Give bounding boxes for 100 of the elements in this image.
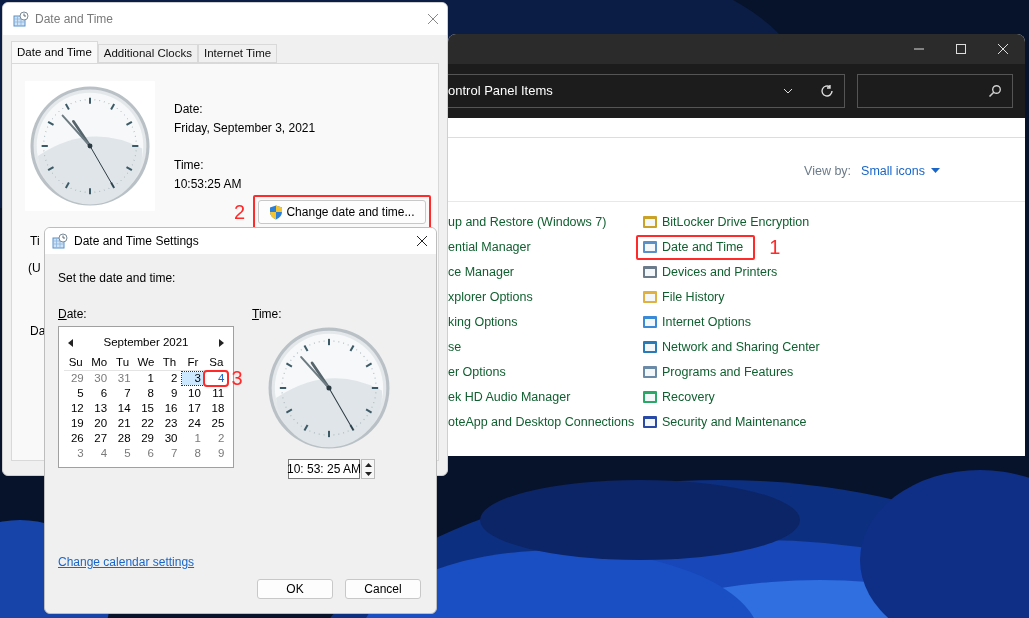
calendar-day[interactable]: 9 xyxy=(158,387,181,400)
calendar-day[interactable]: 5 xyxy=(64,387,87,400)
time-value: 10:53:25 AM xyxy=(174,176,243,193)
calendar-day[interactable]: 16 xyxy=(158,402,181,415)
control-panel-item[interactable]: File History xyxy=(662,287,725,307)
calendar-day[interactable]: 25 xyxy=(205,417,228,430)
calendar-day[interactable]: 29 xyxy=(135,432,157,445)
tab[interactable]: Additional Clocks xyxy=(97,44,198,63)
calendar-day[interactable]: 6 xyxy=(88,387,111,400)
calendar-day[interactable]: 8 xyxy=(135,387,157,400)
control-panel-item[interactable]: up and Restore (Windows 7) xyxy=(448,212,607,232)
calendar-day[interactable]: 9 xyxy=(205,447,228,460)
calendar-day[interactable]: 7 xyxy=(158,447,181,460)
window-title: Date and Time Settings xyxy=(74,233,200,250)
refresh-icon[interactable] xyxy=(820,84,834,98)
previous-month-icon[interactable] xyxy=(68,339,73,347)
time-label: Time: xyxy=(252,306,283,323)
control-panel-item[interactable]: BitLocker Drive Encryption xyxy=(662,212,810,232)
step-number: 1 xyxy=(769,237,781,258)
window-icon xyxy=(642,264,658,281)
calendar-day[interactable]: 28 xyxy=(111,432,134,445)
calendar-day[interactable]: 12 xyxy=(64,402,87,415)
down-arrow-icon xyxy=(364,471,372,476)
weekday-label: Th xyxy=(161,355,178,370)
address-text: ontrol Panel Items xyxy=(448,82,554,101)
window-icon xyxy=(642,239,658,256)
weekday-label: Tu xyxy=(115,355,131,370)
calendar-day[interactable]: 6 xyxy=(135,447,157,460)
clipped-label: Da xyxy=(30,323,46,339)
calendar-day[interactable]: 18 xyxy=(205,402,228,415)
calendar-day[interactable]: 3 xyxy=(181,372,204,385)
calendar-day[interactable]: 1 xyxy=(135,372,157,385)
calendar-day[interactable]: 4 xyxy=(88,447,111,460)
address-field[interactable]: ontrol Panel Items xyxy=(448,74,845,108)
calendar-day[interactable]: 21 xyxy=(111,417,134,430)
calendar-day[interactable]: 30 xyxy=(158,432,181,445)
calendar-day[interactable]: 30 xyxy=(88,372,111,385)
calendar-day[interactable]: 4 xyxy=(205,372,228,385)
step-number: 3 xyxy=(231,368,243,388)
close-icon[interactable] xyxy=(416,235,428,247)
window-icon xyxy=(642,214,658,231)
calendar-day[interactable]: 14 xyxy=(111,402,134,415)
time-spinner[interactable] xyxy=(361,459,375,479)
control-panel-item[interactable]: se xyxy=(448,337,462,357)
change-calendar-settings-link[interactable]: Change calendar settings xyxy=(58,553,195,571)
control-panel-item[interactable]: Security and Maintenance xyxy=(662,412,807,432)
calendar-day[interactable]: 2 xyxy=(158,372,181,385)
dialog-button[interactable]: Cancel xyxy=(345,579,421,599)
dialog-button[interactable]: OK xyxy=(257,579,333,599)
calendar-day[interactable]: 10 xyxy=(181,387,204,400)
control-panel-item[interactable]: xplorer Options xyxy=(448,287,533,307)
calendar-clock-icon xyxy=(52,233,68,249)
control-panel-item[interactable]: Network and Sharing Center xyxy=(662,337,820,357)
window-icon xyxy=(642,314,658,331)
control-panel-item[interactable]: king Options xyxy=(448,312,518,332)
control-panel-item[interactable]: oteApp and Desktop Connections xyxy=(448,412,635,432)
calendar-day[interactable]: 23 xyxy=(158,417,181,430)
next-month-icon[interactable] xyxy=(219,339,224,347)
control-panel-item[interactable]: Programs and Features xyxy=(662,362,794,382)
tab[interactable]: Date and Time xyxy=(11,41,98,63)
calendar-day[interactable]: 26 xyxy=(64,432,87,445)
control-panel-item[interactable]: ek HD Audio Manager xyxy=(448,387,571,407)
control-panel-item[interactable]: Internet Options xyxy=(662,312,751,332)
calendar-day[interactable]: 13 xyxy=(88,402,111,415)
date-value: Friday, September 3, 2021 xyxy=(174,120,317,137)
window-icon xyxy=(642,339,658,356)
calendar-day[interactable]: 19 xyxy=(64,417,87,430)
control-panel-item[interactable]: Devices and Printers xyxy=(662,262,778,282)
control-panel-item[interactable]: ce Manager xyxy=(448,262,514,282)
control-panel-item[interactable]: er Options xyxy=(448,362,506,382)
calendar-day[interactable]: 1 xyxy=(181,432,204,445)
calendar-day[interactable]: 31 xyxy=(111,372,134,385)
tab[interactable]: Internet Time xyxy=(198,44,278,63)
calendar-day[interactable]: 8 xyxy=(181,447,204,460)
maximize-icon[interactable] xyxy=(955,43,967,55)
view-by-label: View by: xyxy=(804,163,852,180)
calendar-day[interactable]: 5 xyxy=(111,447,134,460)
weekday-label: Mo xyxy=(90,355,109,370)
calendar-day[interactable]: 2 xyxy=(205,432,228,445)
calendar-day[interactable]: 29 xyxy=(64,372,87,385)
control-panel-item[interactable]: Date and Time xyxy=(662,237,744,257)
date-label: Date: xyxy=(174,101,204,118)
calendar-day[interactable]: 11 xyxy=(205,387,228,400)
calendar-day[interactable]: 3 xyxy=(64,447,87,460)
time-field[interactable]: 10: 53: 25 AM xyxy=(288,459,360,479)
up-arrow-icon xyxy=(364,462,372,467)
search-field[interactable] xyxy=(857,74,1013,108)
calendar-day[interactable]: 22 xyxy=(135,417,157,430)
calendar-day[interactable]: 7 xyxy=(111,387,134,400)
calendar-day[interactable]: 24 xyxy=(181,417,204,430)
calendar-day[interactable]: 27 xyxy=(88,432,111,445)
view-by-dropdown[interactable]: Small icons xyxy=(861,162,940,181)
calendar-day[interactable]: 15 xyxy=(135,402,157,415)
control-panel-item[interactable]: Recovery xyxy=(662,387,715,407)
calendar-day[interactable]: 20 xyxy=(88,417,111,430)
calendar-day[interactable]: 17 xyxy=(181,402,204,415)
calendar-month[interactable]: September 2021 xyxy=(103,334,189,352)
control-panel-item[interactable]: ential Manager xyxy=(448,237,531,257)
instruction-text: Set the date and time: xyxy=(58,270,177,287)
change-date-time-button[interactable]: Change date and time... xyxy=(258,200,426,224)
